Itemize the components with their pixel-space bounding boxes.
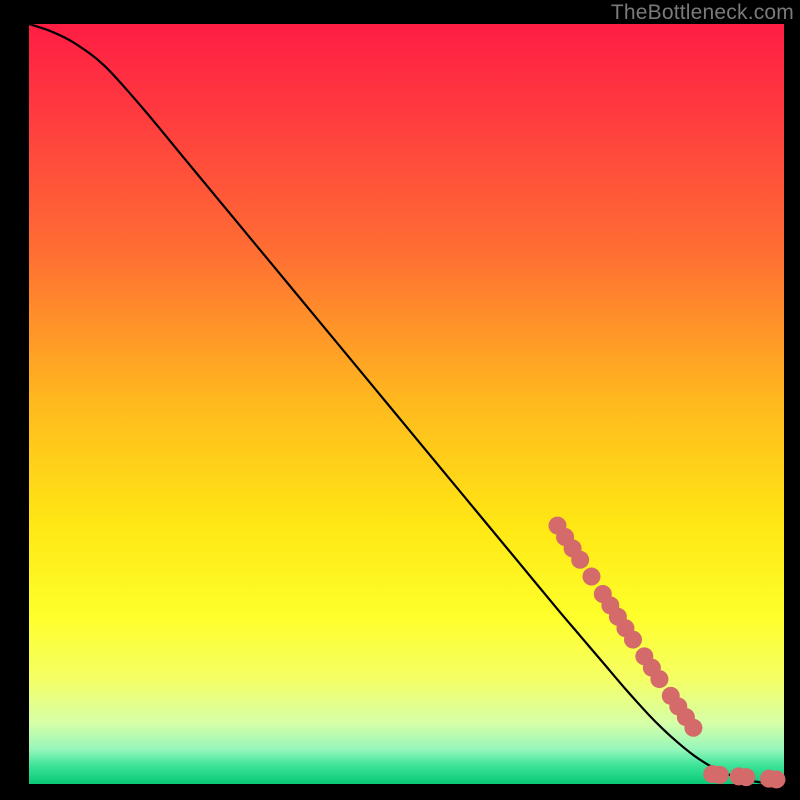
data-point-marker [767, 770, 785, 788]
data-point-marker [711, 766, 729, 784]
data-point-marker [624, 631, 642, 649]
plot-background [29, 24, 784, 784]
data-point-marker [684, 719, 702, 737]
data-point-marker [571, 551, 589, 569]
data-point-marker [582, 568, 600, 586]
data-point-marker [650, 670, 668, 688]
chart-container: TheBottleneck.com [0, 0, 800, 800]
data-point-marker [737, 768, 755, 786]
bottleneck-chart [0, 0, 800, 800]
